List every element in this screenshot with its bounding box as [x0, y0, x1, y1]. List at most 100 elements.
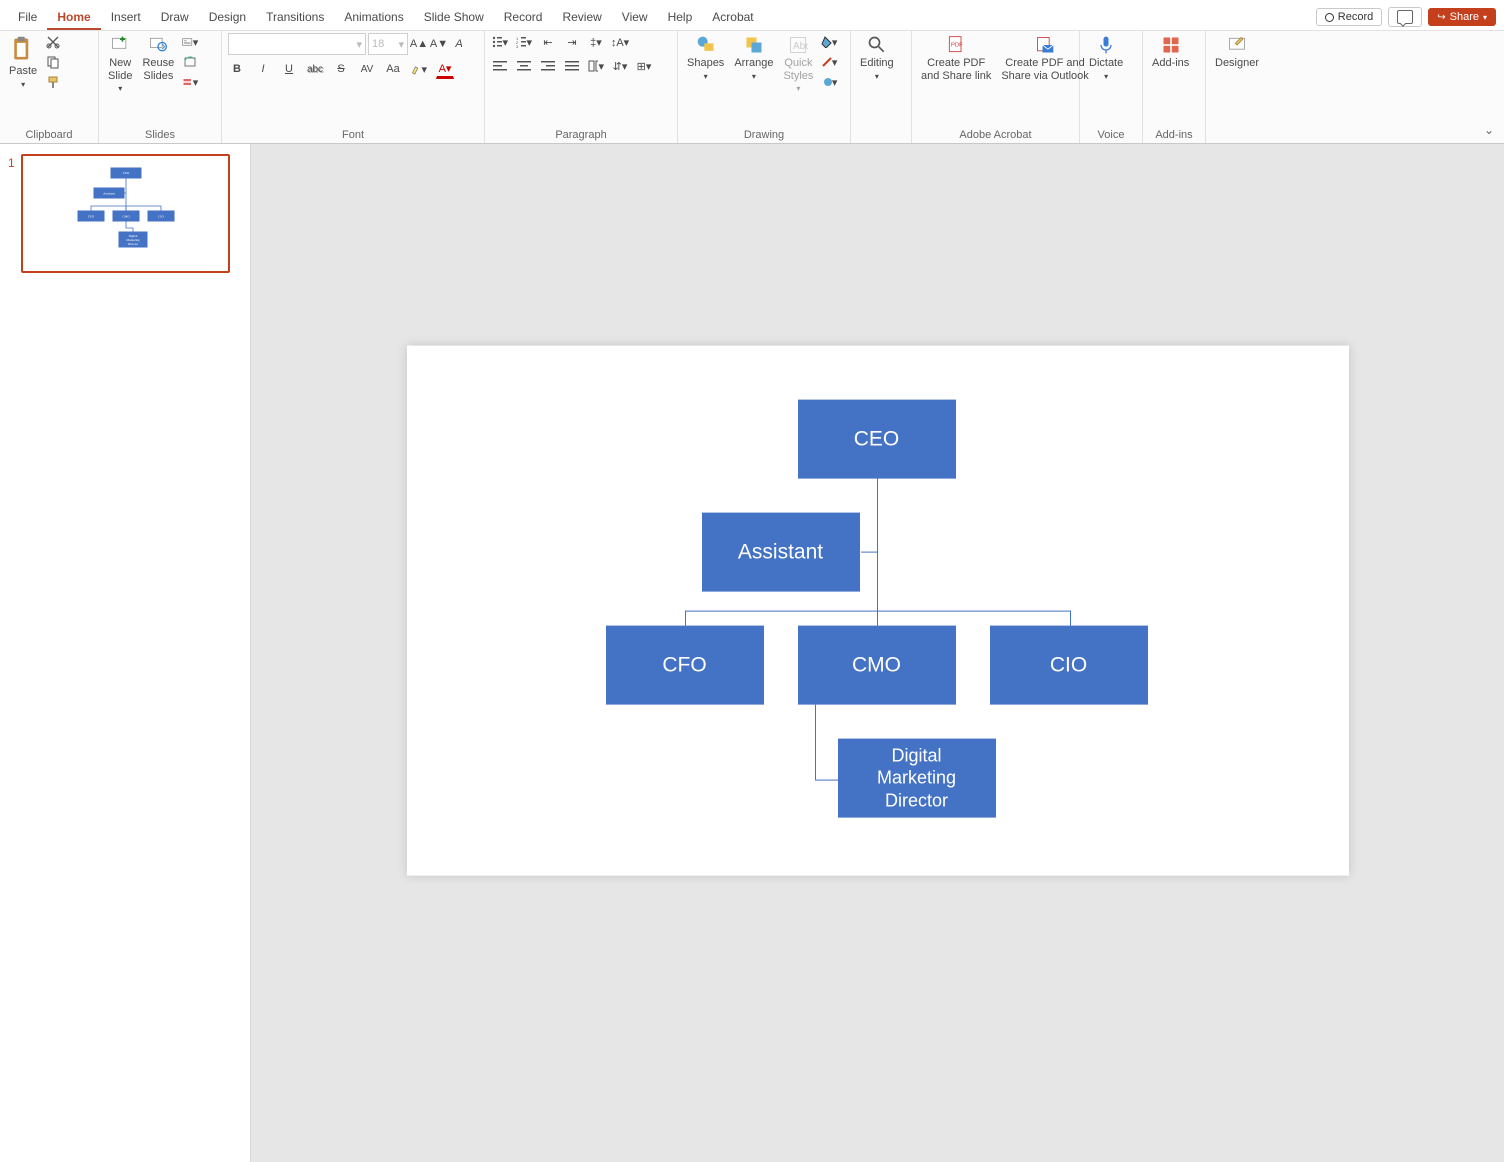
new-slide-button[interactable]: New Slide▾: [105, 33, 135, 95]
tab-slideshow[interactable]: Slide Show: [414, 6, 494, 30]
reuse-slides-label: Reuse Slides: [142, 57, 174, 82]
align-center-button[interactable]: [515, 57, 533, 75]
reuse-slides-icon: [148, 35, 168, 55]
shapes-button[interactable]: Shapes▾: [684, 33, 727, 83]
highlight-button[interactable]: ▾: [410, 60, 428, 78]
org-box-ceo[interactable]: CEO: [798, 400, 956, 479]
org-label-dmd: Digital Marketing Director: [877, 744, 956, 812]
format-painter-button[interactable]: [44, 73, 62, 91]
org-box-cio[interactable]: CIO: [990, 626, 1148, 705]
group-label-paragraph: Paragraph: [491, 128, 671, 142]
chevron-down-icon: ▾: [704, 72, 708, 81]
tab-acrobat[interactable]: Acrobat: [702, 6, 763, 30]
slide-1[interactable]: CEO Assistant CFO CMO CIO Digital Market…: [407, 346, 1349, 876]
group-label-addins: Add-ins: [1149, 128, 1199, 142]
addins-button[interactable]: Add-ins: [1149, 33, 1192, 72]
copy-button[interactable]: [44, 53, 62, 71]
chevron-down-icon: ▾: [875, 72, 879, 81]
find-icon: [867, 35, 887, 55]
connector-ceo-row: [877, 479, 878, 611]
tab-design[interactable]: Design: [199, 6, 256, 30]
connector-cmo-dmd-h: [815, 780, 839, 781]
thumbnail-panel[interactable]: 1: [0, 144, 251, 1162]
create-pdf-link-label: Create PDF and Share link: [921, 57, 991, 82]
font-size-combo[interactable]: 18▾: [368, 33, 408, 55]
arrange-button[interactable]: Arrange▾: [731, 33, 776, 83]
group-voice: Dictate▾ Voice: [1080, 31, 1143, 143]
shape-effects-button[interactable]: ▾: [820, 73, 838, 91]
svg-text:3: 3: [516, 44, 519, 48]
cut-button[interactable]: [44, 33, 62, 51]
tab-animations[interactable]: Animations: [334, 6, 413, 30]
tab-home[interactable]: Home: [47, 6, 100, 30]
shape-fill-button[interactable]: ▾: [820, 33, 838, 51]
underline-button[interactable]: U: [280, 60, 298, 78]
org-box-assistant[interactable]: Assistant: [702, 513, 860, 592]
org-box-cfo[interactable]: CFO: [606, 626, 764, 705]
tab-view[interactable]: View: [612, 6, 658, 30]
comment-icon: [1397, 10, 1413, 24]
create-pdf-outlook-button[interactable]: Create PDF and Share via Outlook: [998, 33, 1091, 84]
increase-font-button[interactable]: A▲: [410, 35, 428, 53]
addins-label: Add-ins: [1152, 57, 1189, 70]
numbering-button[interactable]: 123▾: [515, 33, 533, 51]
dictate-label: Dictate: [1089, 57, 1123, 70]
line-spacing-button[interactable]: ‡▾: [587, 33, 605, 51]
shadow-button[interactable]: abc: [306, 60, 324, 78]
shape-outline-button[interactable]: ▾: [820, 53, 838, 71]
org-box-cmo[interactable]: CMO: [798, 626, 956, 705]
align-text-button[interactable]: ⇵▾: [611, 57, 629, 75]
shapes-icon: [696, 35, 716, 55]
smartart-button[interactable]: ⊞▾: [635, 57, 653, 75]
designer-button[interactable]: Designer: [1212, 33, 1262, 72]
tab-transitions[interactable]: Transitions: [256, 6, 334, 30]
align-left-button[interactable]: [491, 57, 509, 75]
designer-label: Designer: [1215, 57, 1259, 70]
tab-review[interactable]: Review: [552, 6, 611, 30]
columns-button[interactable]: ▾: [587, 57, 605, 75]
strike-button[interactable]: S: [332, 60, 350, 78]
org-label-assistant: Assistant: [738, 540, 823, 564]
justify-button[interactable]: [563, 57, 581, 75]
font-family-combo[interactable]: ▾: [228, 33, 366, 55]
collapse-ribbon-button[interactable]: ⌄: [1484, 123, 1494, 137]
clear-formatting-button[interactable]: A: [450, 35, 468, 53]
italic-button[interactable]: I: [254, 60, 272, 78]
reuse-slides-button[interactable]: Reuse Slides: [139, 33, 177, 84]
text-direction-button[interactable]: ↕A▾: [611, 33, 629, 51]
tab-insert[interactable]: Insert: [101, 6, 151, 30]
font-color-button[interactable]: A▾: [436, 59, 454, 79]
section-button[interactable]: ▾: [181, 73, 199, 91]
paste-button[interactable]: Paste ▾: [6, 33, 40, 91]
reset-button[interactable]: [181, 53, 199, 71]
thumbnail-slide-1[interactable]: CEOAssistant CFOCMOCIO DigitalMarketingD…: [21, 154, 230, 273]
decrease-font-button[interactable]: A▼: [430, 35, 448, 53]
decrease-indent-button[interactable]: ⇤: [539, 33, 557, 51]
org-label-cmo: CMO: [852, 653, 901, 677]
tab-record[interactable]: Record: [494, 6, 553, 30]
tab-draw[interactable]: Draw: [151, 6, 199, 30]
dictate-button[interactable]: Dictate▾: [1086, 33, 1126, 83]
align-right-button[interactable]: [539, 57, 557, 75]
comments-button[interactable]: [1388, 7, 1422, 27]
tab-help[interactable]: Help: [658, 6, 703, 30]
create-pdf-link-button[interactable]: PDF Create PDF and Share link: [918, 33, 994, 84]
increase-indent-button[interactable]: ⇥: [563, 33, 581, 51]
slide-canvas-area[interactable]: CEO Assistant CFO CMO CIO Digital Market…: [251, 144, 1504, 1162]
pdf-mail-icon: [1035, 35, 1055, 55]
tab-file[interactable]: File: [8, 6, 47, 30]
quick-styles-button[interactable]: Abc Quick Styles▾: [780, 33, 816, 95]
org-label-cfo: CFO: [662, 653, 706, 677]
layout-button[interactable]: ▾: [181, 33, 199, 51]
char-spacing-button[interactable]: AV: [358, 60, 376, 78]
bold-button[interactable]: B: [228, 60, 246, 78]
svg-text:PDF: PDF: [951, 43, 963, 49]
org-box-dmd[interactable]: Digital Marketing Director: [838, 739, 996, 818]
bullets-button[interactable]: ▾: [491, 33, 509, 51]
record-button[interactable]: Record: [1316, 8, 1382, 26]
change-case-button[interactable]: Aa: [384, 60, 402, 78]
editing-button[interactable]: Editing▾: [857, 33, 897, 83]
chevron-down-icon: ▾: [796, 84, 800, 93]
share-button[interactable]: ↪Share▾: [1428, 8, 1496, 26]
group-designer: Designer: [1206, 31, 1278, 143]
